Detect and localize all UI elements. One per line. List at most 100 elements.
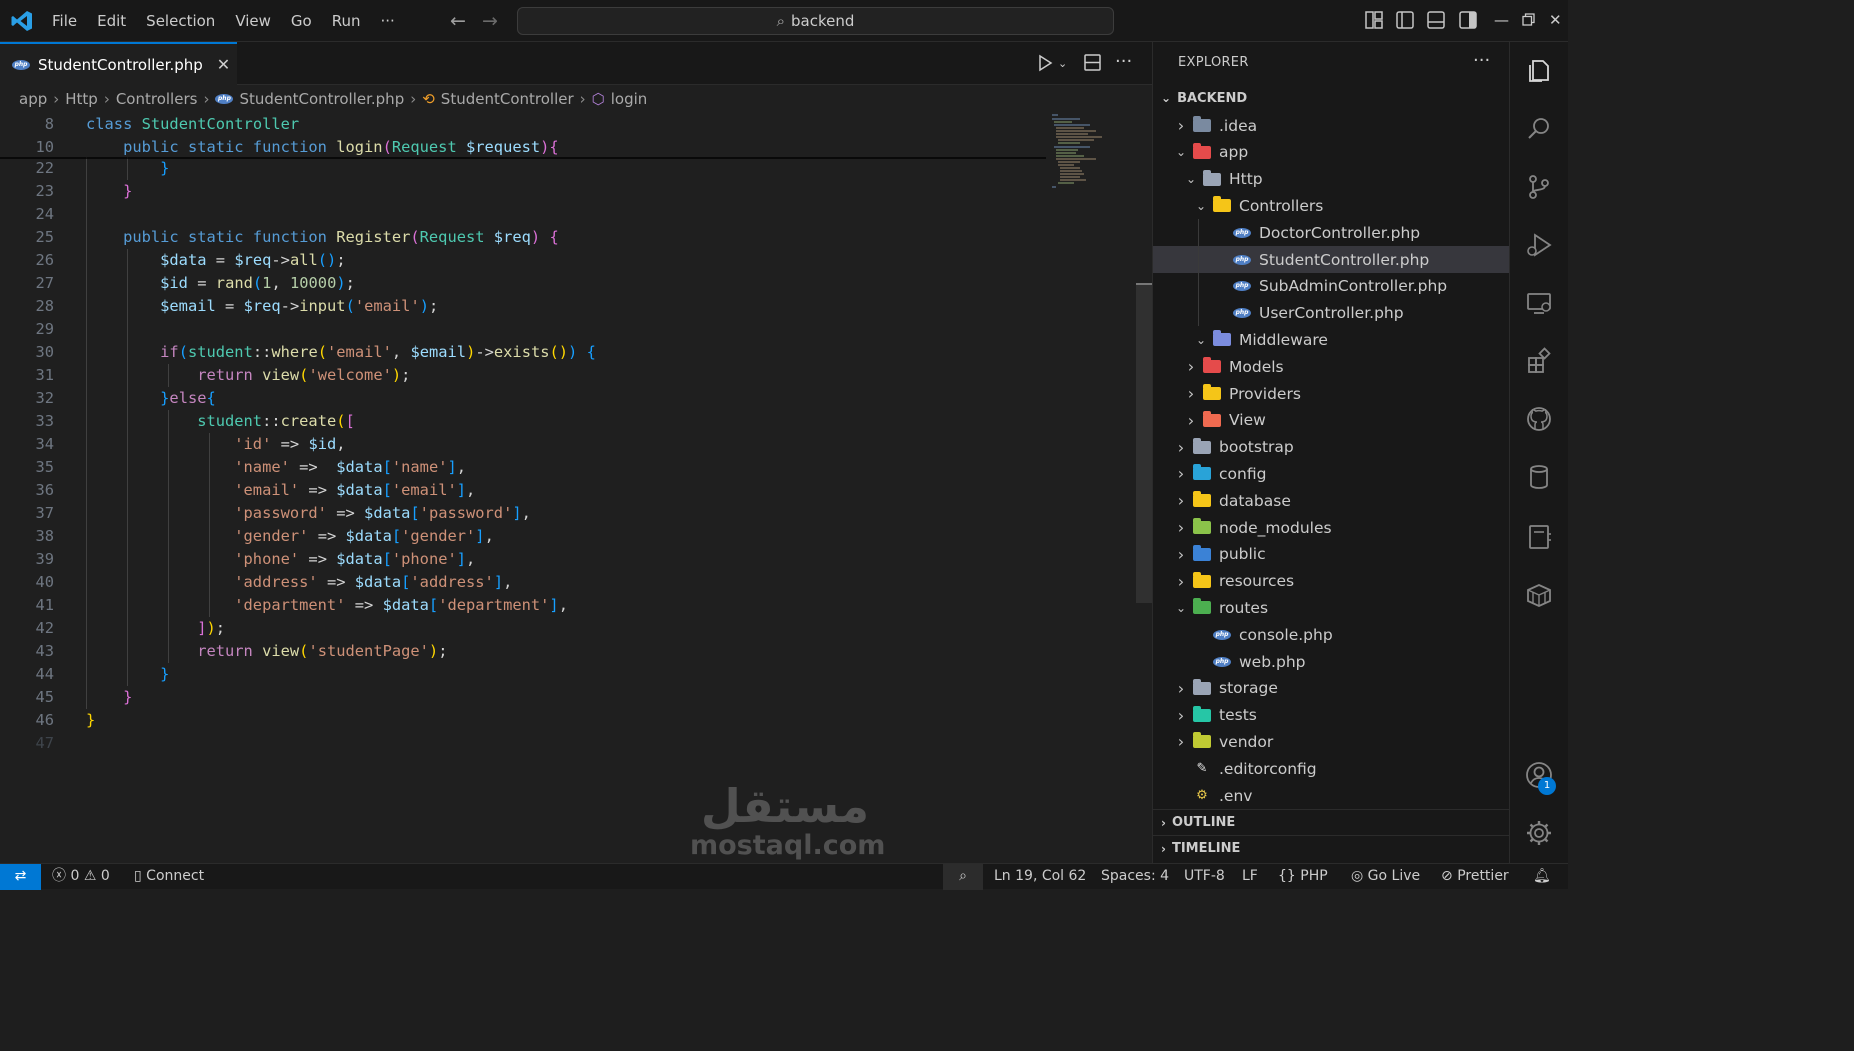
run-dropdown-chevron-icon[interactable]: ⌄ bbox=[1058, 57, 1067, 70]
toggle-secondary-sidebar-icon[interactable] bbox=[1459, 11, 1477, 29]
cursor-position[interactable]: Ln 19, Col 62 bbox=[994, 864, 1086, 890]
explorer-icon[interactable] bbox=[1524, 56, 1554, 86]
notebook-icon[interactable] bbox=[1524, 522, 1554, 552]
tree-file[interactable]: php web.php bbox=[1153, 648, 1509, 675]
restore-window-icon[interactable] bbox=[1522, 13, 1535, 26]
breadcrumb-class[interactable]: StudentController bbox=[441, 90, 574, 108]
tree-folder[interactable]: ⌄ app bbox=[1153, 139, 1509, 166]
minimap[interactable] bbox=[1050, 113, 1120, 193]
menu-selection[interactable]: Selection bbox=[136, 0, 225, 42]
database-connect-icon: ▯ bbox=[134, 868, 142, 884]
tree-folder[interactable]: › vendor bbox=[1153, 728, 1509, 755]
manage-gear-icon[interactable] bbox=[1524, 818, 1554, 848]
chevron-down-icon: ⌄ bbox=[1195, 198, 1207, 213]
search-text: backend bbox=[791, 12, 855, 30]
tree-folder[interactable]: ⌄ routes bbox=[1153, 594, 1509, 621]
tree-file[interactable]: php DoctorController.php bbox=[1153, 219, 1509, 246]
code-editor[interactable]: 8 class StudentController 10 public stati… bbox=[0, 113, 1152, 863]
env-file-icon: ⚙ bbox=[1196, 788, 1208, 803]
menu-file[interactable]: File bbox=[42, 0, 87, 42]
menu-go[interactable]: Go bbox=[281, 0, 322, 42]
minimize-window-icon[interactable]: — bbox=[1494, 11, 1509, 29]
tree-folder[interactable]: › Providers bbox=[1153, 380, 1509, 407]
source-control-icon[interactable] bbox=[1524, 172, 1554, 202]
menu-view[interactable]: View bbox=[225, 0, 281, 42]
split-editor-icon[interactable] bbox=[1084, 54, 1101, 71]
go-live-button[interactable]: ◎ Go Live bbox=[1351, 864, 1420, 890]
extensions-icon[interactable] bbox=[1524, 346, 1554, 376]
menu-more[interactable]: ··· bbox=[371, 0, 405, 42]
breadcrumb-file[interactable]: StudentController.php bbox=[239, 90, 404, 108]
tree-file[interactable]: ⚙ .env bbox=[1153, 782, 1509, 809]
run-and-debug-icon[interactable] bbox=[1524, 230, 1554, 260]
tree-folder[interactable]: › Models bbox=[1153, 353, 1509, 380]
tree-folder[interactable]: ⌄ Controllers bbox=[1153, 192, 1509, 219]
search-icon[interactable] bbox=[1524, 114, 1554, 144]
back-arrow-icon[interactable]: ← bbox=[450, 10, 466, 32]
customize-layout-icon[interactable] bbox=[1365, 11, 1383, 29]
breadcrumb-app[interactable]: app bbox=[19, 90, 47, 108]
remote-explorer-icon[interactable] bbox=[1524, 288, 1554, 318]
tree-folder[interactable]: › storage bbox=[1153, 675, 1509, 702]
folder-icon bbox=[1193, 464, 1211, 481]
more-actions-icon[interactable]: ··· bbox=[1115, 51, 1132, 72]
containers-icon[interactable] bbox=[1524, 580, 1554, 610]
encoding[interactable]: UTF-8 bbox=[1184, 864, 1225, 890]
tree-folder[interactable]: › public bbox=[1153, 541, 1509, 568]
tree-folder[interactable]: ⌄ Http bbox=[1153, 166, 1509, 193]
breadcrumb-controllers[interactable]: Controllers bbox=[116, 90, 198, 108]
connect-status[interactable]: ▯ Connect bbox=[134, 864, 204, 890]
remote-indicator-icon[interactable]: ⇄ bbox=[0, 864, 41, 890]
tree-folder[interactable]: ⌄ Middleware bbox=[1153, 326, 1509, 353]
folder-icon bbox=[1213, 330, 1231, 347]
breadcrumb-http[interactable]: Http bbox=[65, 90, 98, 108]
explorer-more-icon[interactable]: ··· bbox=[1473, 50, 1490, 71]
menu-run[interactable]: Run bbox=[322, 0, 371, 42]
folder-icon bbox=[1193, 491, 1211, 508]
forward-arrow-icon[interactable]: → bbox=[482, 10, 498, 32]
editor-scrollbar-thumb[interactable] bbox=[1136, 283, 1152, 603]
tree-folder[interactable]: › bootstrap bbox=[1153, 434, 1509, 461]
tree-folder[interactable]: › database bbox=[1153, 487, 1509, 514]
chevron-right-icon: › bbox=[1177, 678, 1185, 698]
tree-file[interactable]: ✎ .editorconfig bbox=[1153, 755, 1509, 782]
tree-folder[interactable]: › node_modules bbox=[1153, 514, 1509, 541]
chevron-right-icon: › bbox=[1177, 464, 1185, 484]
notifications-bell-icon[interactable]: 🔔︎ bbox=[1533, 864, 1551, 890]
zoom-icon[interactable]: ⌕ bbox=[943, 864, 983, 890]
tree-folder[interactable]: › config bbox=[1153, 460, 1509, 487]
prettier-status[interactable]: ⊘ Prettier bbox=[1441, 864, 1509, 890]
close-tab-icon[interactable]: ✕ bbox=[217, 55, 230, 74]
tree-file[interactable]: php SubAdminController.php bbox=[1153, 273, 1509, 300]
tree-folder[interactable]: › .idea bbox=[1153, 112, 1509, 139]
tree-folder[interactable]: › View bbox=[1153, 407, 1509, 434]
tab-student-controller[interactable]: php StudentController.php ✕ bbox=[0, 42, 237, 85]
toggle-primary-sidebar-icon[interactable] bbox=[1396, 11, 1414, 29]
tree-file[interactable]: php StudentController.php bbox=[1153, 246, 1509, 273]
tree-folder[interactable]: › resources bbox=[1153, 568, 1509, 595]
toggle-panel-icon[interactable] bbox=[1427, 11, 1445, 29]
explorer-root-header[interactable]: ⌄ BACKEND bbox=[1153, 86, 1509, 110]
database-icon[interactable] bbox=[1524, 462, 1554, 492]
error-count: 0 bbox=[70, 868, 80, 884]
github-icon[interactable] bbox=[1524, 404, 1554, 434]
outline-section[interactable]: › OUTLINE bbox=[1153, 809, 1509, 835]
chevron-right-icon: › bbox=[1177, 705, 1185, 725]
timeline-section[interactable]: › TIMELINE bbox=[1153, 835, 1509, 861]
tree-file[interactable]: php UserController.php bbox=[1153, 300, 1509, 327]
tree-file[interactable]: php console.php bbox=[1153, 621, 1509, 648]
close-window-icon[interactable]: ✕ bbox=[1549, 11, 1562, 29]
indentation[interactable]: Spaces: 4 bbox=[1101, 864, 1169, 890]
language-mode[interactable]: {} PHP bbox=[1278, 864, 1328, 890]
tree-folder[interactable]: › tests bbox=[1153, 702, 1509, 729]
end-of-line[interactable]: LF bbox=[1242, 864, 1258, 890]
run-icon[interactable] bbox=[1037, 54, 1053, 72]
folder-icon bbox=[1193, 437, 1211, 454]
breadcrumb-method[interactable]: login bbox=[611, 90, 648, 108]
chevron-down-icon: ⌄ bbox=[1161, 91, 1172, 105]
command-center-search[interactable]: ⌕ backend bbox=[517, 7, 1114, 35]
problems-indicator[interactable]: ⓧ 0 ⚠ 0 bbox=[52, 864, 110, 890]
menu-edit[interactable]: Edit bbox=[87, 0, 136, 42]
watermark-latin: mostaql.com bbox=[690, 830, 886, 861]
chevron-right-icon: › bbox=[103, 90, 110, 108]
